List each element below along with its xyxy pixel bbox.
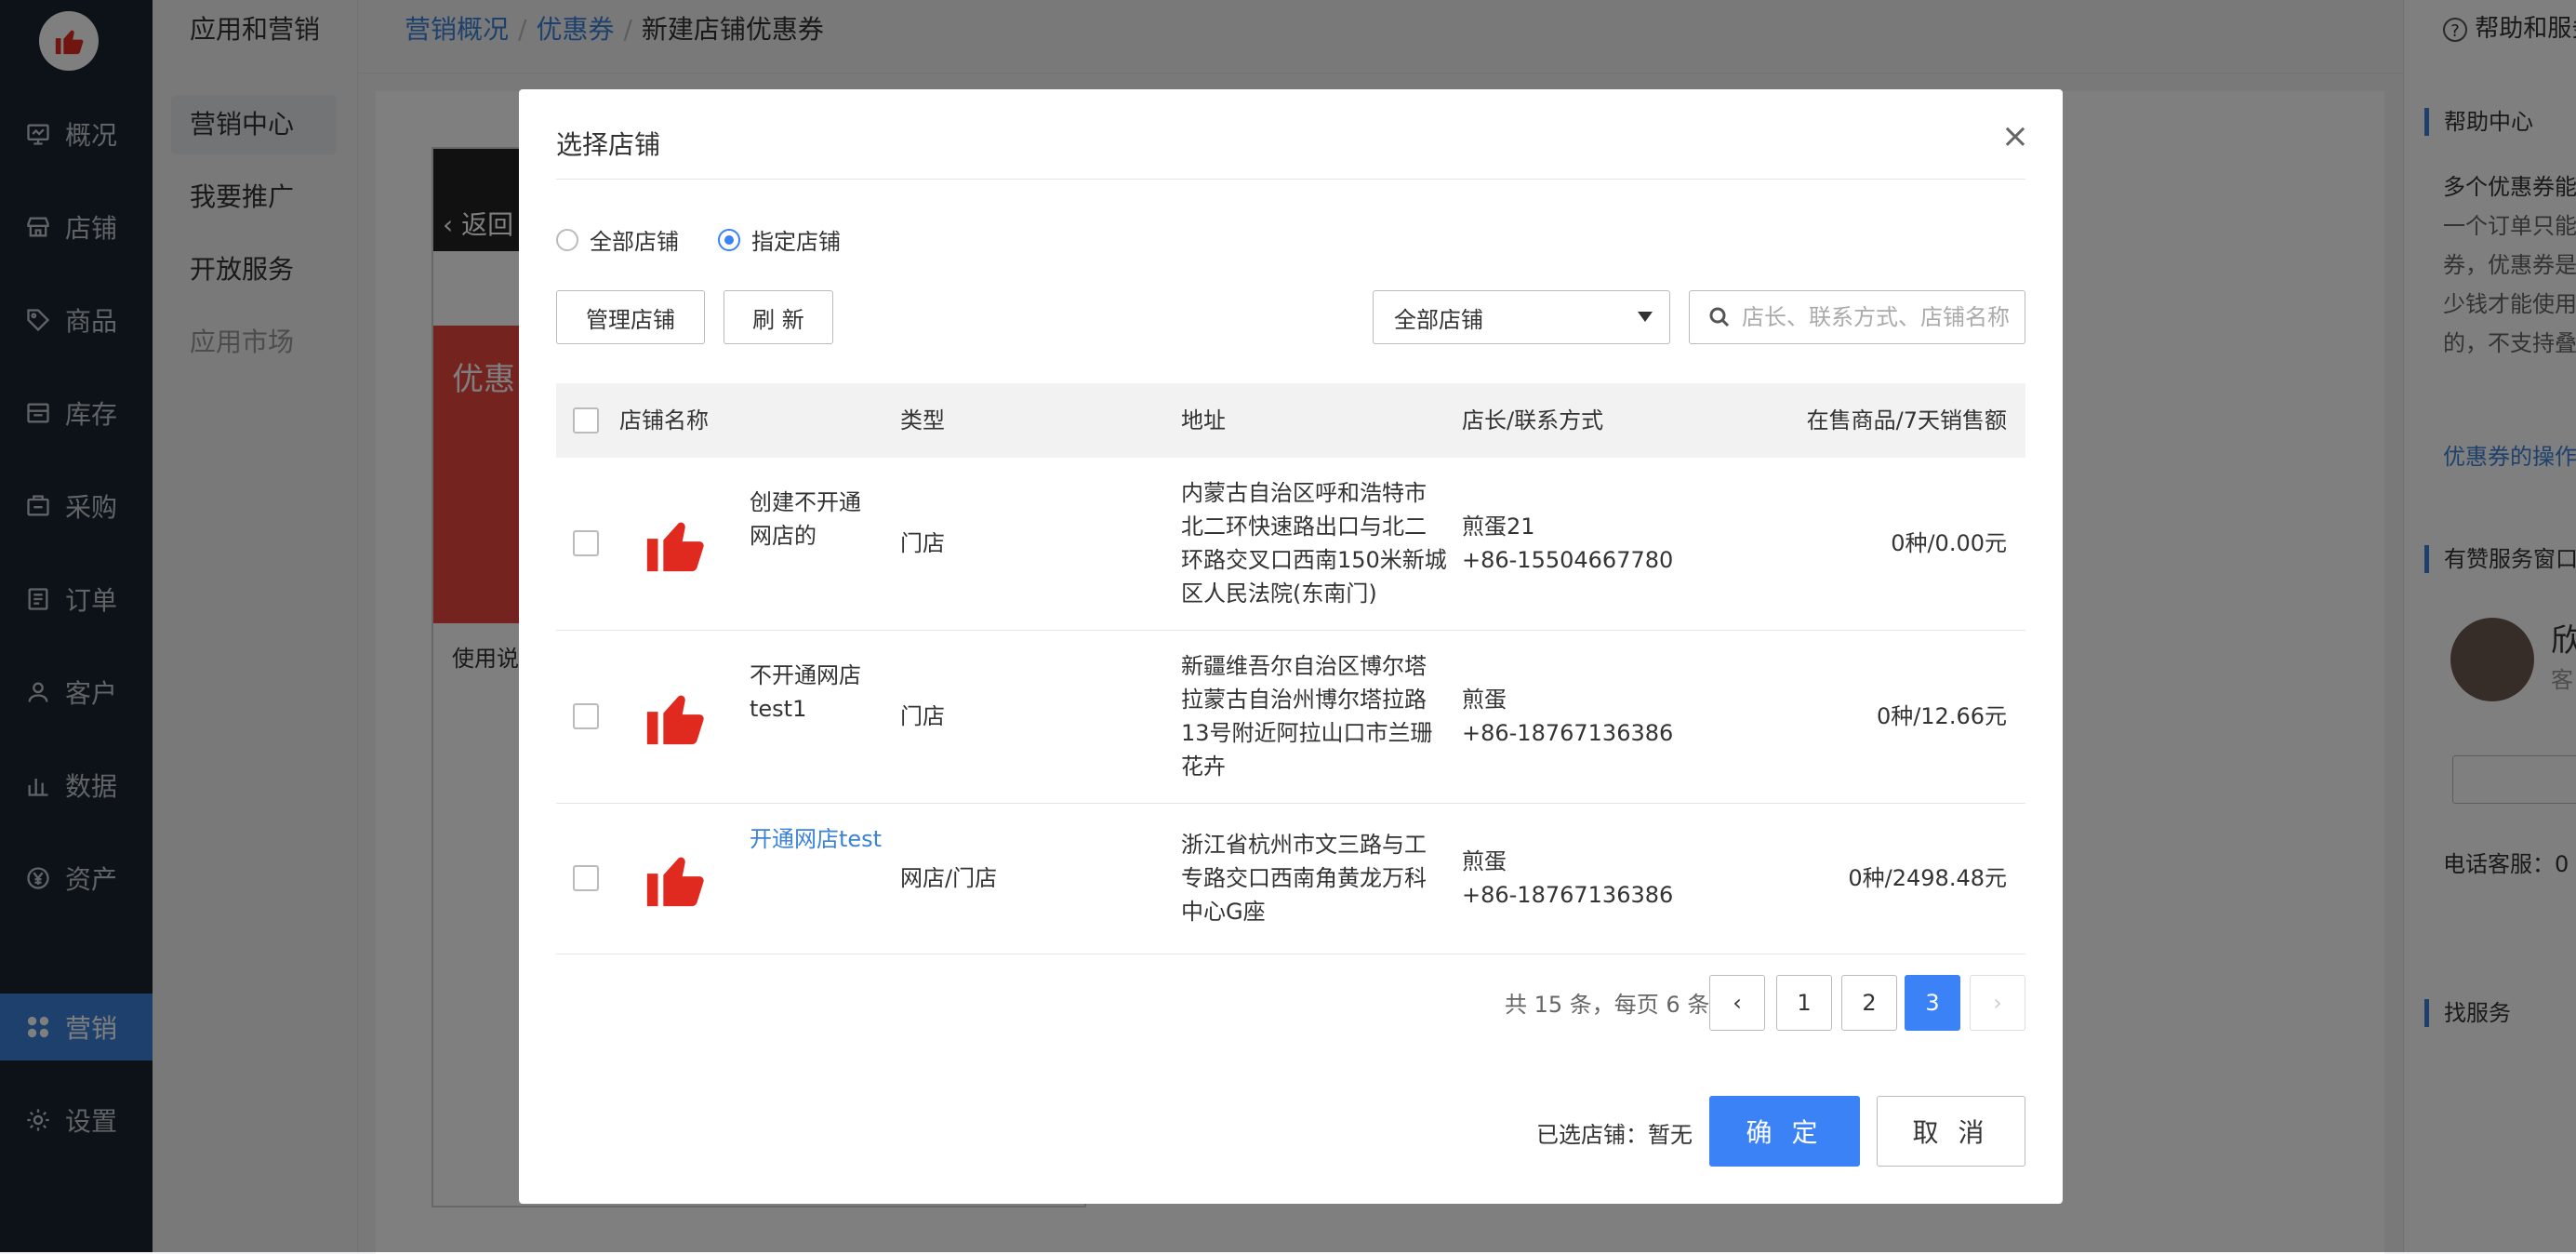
divider: [556, 179, 2025, 180]
store-manager: 煎蛋21: [1462, 514, 1535, 540]
column-header-sales: 在售商品/7天销售额: [1806, 407, 2007, 434]
radio-specific-stores[interactable]: 指定店铺: [718, 223, 841, 256]
store-address: 13号附近阿拉山口市兰珊: [1181, 720, 1433, 746]
store-phone: +86-18767136386: [1462, 720, 1674, 746]
table-row: 不开通网店 test1 门店 新疆维吾尔自治区博尔塔 拉蒙古自治州博尔塔拉路 1…: [556, 631, 2025, 804]
radio-label: 全部店铺: [590, 229, 679, 255]
thumbs-up-icon: [646, 857, 704, 907]
store-sales: 0种/0.00元: [1891, 530, 2007, 556]
store-name-link[interactable]: 开通网店test: [750, 822, 882, 856]
pagination-page-button[interactable]: 1: [1776, 975, 1832, 1031]
store-sales: 0种/12.66元: [1876, 703, 2007, 729]
row-checkbox[interactable]: [573, 703, 599, 729]
store-manager: 煎蛋: [1462, 848, 1507, 874]
store-address: 拉蒙古自治州博尔塔拉路: [1181, 687, 1427, 713]
close-icon[interactable]: ×: [2001, 117, 2029, 155]
store-filter-value: 全部店铺: [1394, 306, 1483, 333]
store-address: 浙江省杭州市文三路与工: [1181, 832, 1427, 858]
pagination-total: 共 15 条，每页 6 条: [1505, 992, 1710, 1018]
confirm-button[interactable]: 确 定: [1709, 1096, 1860, 1167]
refresh-button[interactable]: 刷 新: [724, 290, 833, 344]
table-row: 开通网店test 网店/门店 浙江省杭州市文三路与工 专路交口西南角黄龙万科 中…: [556, 804, 2025, 954]
store-address: 中心G座: [1181, 899, 1266, 925]
column-header-address: 地址: [1181, 407, 1226, 434]
radio-all-stores[interactable]: 全部店铺: [556, 223, 679, 256]
chevron-left-icon: ‹: [1733, 990, 1742, 1016]
radio-circle-icon: [556, 228, 578, 251]
radio-circle-checked-icon: [718, 228, 740, 251]
store-address: 环路交叉口西南150米新城: [1181, 547, 1447, 573]
column-header-store-name: 店铺名称: [619, 407, 709, 434]
store-name: test1: [750, 696, 807, 722]
store-phone: +86-15504667780: [1462, 547, 1674, 573]
store-filter-select[interactable]: 全部店铺: [1373, 290, 1670, 344]
radio-label: 指定店铺: [751, 229, 841, 255]
store-address: 内蒙古自治区呼和浩特市: [1181, 480, 1427, 506]
select-all-checkbox[interactable]: [573, 407, 599, 434]
pagination-prev-button[interactable]: ‹: [1709, 975, 1765, 1031]
store-search-input[interactable]: [1740, 303, 2023, 331]
store-sales: 0种/2498.48元: [1848, 865, 2007, 891]
table-header: 店铺名称 类型 地址 店长/联系方式 在售商品/7天销售额: [556, 383, 2025, 458]
table-row: 创建不开通 网店的 门店 内蒙古自治区呼和浩特市 北二环快速路出口与北二 环路交…: [556, 458, 2025, 631]
store-name: 不开通网店: [750, 662, 861, 688]
store-search-box: [1689, 290, 2025, 344]
pagination-page-button-current[interactable]: 3: [1905, 975, 1960, 1031]
store-phone: +86-18767136386: [1462, 882, 1674, 908]
search-icon: [1708, 306, 1731, 328]
pagination-next-button[interactable]: ›: [1970, 975, 2025, 1031]
manage-stores-button[interactable]: 管理店铺: [556, 290, 705, 344]
store-manager: 煎蛋: [1462, 687, 1507, 713]
thumbs-up-icon: [646, 695, 704, 745]
store-address: 专路交口西南角黄龙万科: [1181, 865, 1427, 891]
store-table: 店铺名称 类型 地址 店长/联系方式 在售商品/7天销售额 创建不开通 网店的 …: [556, 383, 2025, 954]
selected-stores-label: 已选店铺：暂无: [1536, 1122, 1693, 1148]
row-checkbox[interactable]: [573, 530, 599, 556]
store-type: 门店: [900, 703, 945, 729]
row-checkbox[interactable]: [573, 865, 599, 891]
thumbs-up-icon: [646, 522, 704, 572]
column-header-manager: 店长/联系方式: [1462, 407, 1604, 434]
column-header-type: 类型: [900, 407, 945, 434]
caret-down-icon: [1638, 312, 1653, 322]
store-address: 花卉: [1181, 754, 1226, 780]
store-address: 北二环快速路出口与北二: [1181, 514, 1427, 540]
select-store-dialog: 选择店铺 × 全部店铺 指定店铺 管理店铺 刷 新 全部店铺 店铺名称 类型 地…: [519, 89, 2063, 1204]
store-address: 区人民法院(东南门): [1181, 580, 1377, 607]
store-type: 门店: [900, 530, 945, 556]
dialog-title: 选择店铺: [556, 129, 661, 160]
store-name: 网店的: [750, 523, 817, 549]
cancel-button[interactable]: 取 消: [1877, 1096, 2025, 1167]
pagination-page-button[interactable]: 2: [1841, 975, 1897, 1031]
store-address: 新疆维吾尔自治区博尔塔: [1181, 653, 1427, 679]
chevron-right-icon: ›: [1993, 990, 2002, 1016]
store-type: 网店/门店: [900, 865, 998, 891]
store-name: 创建不开通: [750, 489, 861, 515]
